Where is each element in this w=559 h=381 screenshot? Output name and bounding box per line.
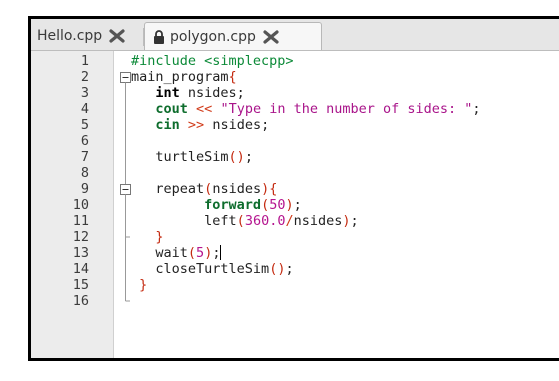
line-number: 7 xyxy=(80,149,89,165)
line-number: 9 xyxy=(80,181,89,197)
text-cursor xyxy=(220,245,222,260)
close-icon[interactable] xyxy=(109,29,125,43)
code-line: } xyxy=(155,229,164,245)
code-line: int nsides; xyxy=(155,85,245,101)
code-line: turtleSim(); xyxy=(155,149,253,165)
code-line: repeat(nsides){ xyxy=(155,181,278,197)
code-line: left(360.0/nsides); xyxy=(204,213,359,229)
line-number: 2 xyxy=(80,69,89,85)
line-number: 1 xyxy=(80,53,89,69)
code-editor[interactable]: 1 2 3 4 5 6 7 8 9 10 11 12 13 14 15 16 #… xyxy=(31,50,559,358)
fold-toggle-main[interactable] xyxy=(120,72,131,83)
tab-label: polygon.cpp xyxy=(170,28,256,45)
close-icon[interactable] xyxy=(263,29,279,44)
line-number: 3 xyxy=(80,85,89,101)
code-line: wait(5); xyxy=(155,245,222,261)
lock-icon xyxy=(153,29,165,44)
code-line: } xyxy=(139,277,148,293)
code-line: forward(50); xyxy=(204,197,302,213)
line-number-gutter: 1 2 3 4 5 6 7 8 9 10 11 12 13 14 15 16 xyxy=(31,51,114,358)
line-number: 8 xyxy=(80,165,89,181)
line-number: 12 xyxy=(72,229,89,245)
line-number: 6 xyxy=(80,133,89,149)
line-number: 10 xyxy=(72,197,89,213)
code-line: cout << "Type in the number of sides: "; xyxy=(155,101,481,117)
code-line: #include <simplecpp> xyxy=(131,53,294,69)
code-line: main_program{ xyxy=(131,69,237,85)
code-line: closeTurtleSim(); xyxy=(155,261,294,277)
line-number: 13 xyxy=(72,245,89,261)
line-number: 16 xyxy=(72,293,89,309)
line-number: 15 xyxy=(72,277,89,293)
tab-label: Hello.cpp xyxy=(37,28,103,44)
fold-toggle-repeat[interactable] xyxy=(120,184,131,195)
line-number: 14 xyxy=(72,261,89,277)
tab-hello-cpp[interactable]: Hello.cpp xyxy=(33,22,144,50)
editor-window: Hello.cpp polygon.cpp 1 2 3 4 5 6 7 8 9 xyxy=(28,16,559,361)
line-number: 5 xyxy=(80,117,89,133)
line-number: 11 xyxy=(72,213,89,229)
tab-polygon-cpp[interactable]: polygon.cpp xyxy=(144,22,322,50)
line-number: 4 xyxy=(80,101,89,117)
code-line: cin >> nsides; xyxy=(155,117,270,133)
tab-bar: Hello.cpp polygon.cpp xyxy=(31,19,559,50)
